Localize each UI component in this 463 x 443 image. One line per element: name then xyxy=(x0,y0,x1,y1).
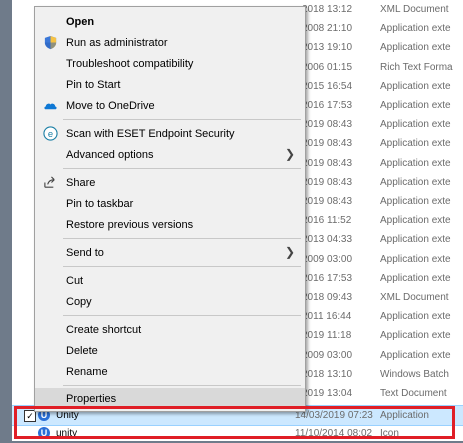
submenu-arrow-icon: ❯ xyxy=(284,147,295,161)
menu-send-to[interactable]: Send to ❯ xyxy=(35,242,305,263)
file-date: 2009 03:00 xyxy=(302,254,353,265)
menu-rename[interactable]: Rename xyxy=(35,361,305,382)
file-type: Application exte xyxy=(380,158,451,169)
file-type: Application exte xyxy=(380,234,451,245)
file-type: XML Document xyxy=(380,4,449,15)
file-type: Application exte xyxy=(380,350,451,361)
file-type: Application exte xyxy=(380,100,451,111)
file-type: Rich Text Forma xyxy=(380,62,453,73)
file-date: 2015 16:54 xyxy=(302,81,353,92)
menu-separator xyxy=(63,238,301,239)
context-menu: Open Run as administrator Troubleshoot c… xyxy=(34,6,306,412)
svg-text:e: e xyxy=(48,129,53,139)
file-date: 2019 08:43 xyxy=(302,196,353,207)
file-date: 2019 11:18 xyxy=(302,330,352,341)
file-type: Application exte xyxy=(380,138,451,149)
file-type: Application exte xyxy=(380,196,451,207)
menu-scan-eset[interactable]: e Scan with ESET Endpoint Security xyxy=(35,123,305,144)
uac-shield-icon xyxy=(44,35,57,50)
menu-separator xyxy=(63,119,301,120)
menu-cut[interactable]: Cut xyxy=(35,270,305,291)
file-type: Application exte xyxy=(380,23,451,34)
file-type: Application exte xyxy=(380,119,451,130)
file-type: Application exte xyxy=(380,254,451,265)
menu-pin-to-taskbar[interactable]: Pin to taskbar xyxy=(35,193,305,214)
menu-troubleshoot[interactable]: Troubleshoot compatibility xyxy=(35,53,305,74)
menu-open[interactable]: Open xyxy=(35,11,305,32)
file-date: 2019 08:43 xyxy=(302,119,353,130)
file-date: 2019 08:43 xyxy=(302,158,353,169)
file-date: 2008 21:10 xyxy=(302,23,353,34)
file-date: 2013 19:10 xyxy=(302,42,353,53)
file-type: Application exte xyxy=(380,215,451,226)
file-date: 2016 17:53 xyxy=(302,100,353,111)
file-date: 2018 09:43 xyxy=(302,292,353,303)
file-type: Application exte xyxy=(380,81,451,92)
file-date: 2018 13:12 xyxy=(302,4,353,15)
menu-separator xyxy=(63,266,301,267)
file-date: 2016 11:52 xyxy=(302,215,352,226)
file-type: Windows Batch xyxy=(380,369,449,380)
menu-share[interactable]: Share xyxy=(35,172,305,193)
menu-restore-versions[interactable]: Restore previous versions xyxy=(35,214,305,235)
file-date: 2006 01:15 xyxy=(302,62,353,73)
file-date: 2019 08:43 xyxy=(302,177,353,188)
menu-move-to-onedrive[interactable]: Move to OneDrive xyxy=(35,95,305,116)
file-type: Application exte xyxy=(380,177,451,188)
onedrive-cloud-icon xyxy=(44,103,57,110)
menu-create-shortcut[interactable]: Create shortcut xyxy=(35,319,305,340)
menu-run-as-admin[interactable]: Run as administrator xyxy=(35,32,305,53)
file-type: Application exte xyxy=(380,273,451,284)
menu-pin-to-start[interactable]: Pin to Start xyxy=(35,74,305,95)
menu-advanced-options[interactable]: Advanced options ❯ xyxy=(35,144,305,165)
eset-icon: e xyxy=(43,126,58,141)
file-date: 2018 13:10 xyxy=(302,369,353,380)
menu-separator xyxy=(63,385,301,386)
file-date: 2011 16:44 xyxy=(302,311,352,322)
file-type: Application exte xyxy=(380,42,451,53)
file-type: Application exte xyxy=(380,311,451,322)
file-date: 2013 04:33 xyxy=(302,234,353,245)
annotation-highlight-box xyxy=(14,406,455,439)
menu-separator xyxy=(63,168,301,169)
menu-separator xyxy=(63,315,301,316)
menu-delete[interactable]: Delete xyxy=(35,340,305,361)
file-date: 2016 17:53 xyxy=(302,273,353,284)
share-icon xyxy=(44,176,55,188)
file-date: 2009 03:00 xyxy=(302,350,353,361)
file-date: 2019 08:43 xyxy=(302,138,353,149)
menu-copy[interactable]: Copy xyxy=(35,291,305,312)
file-type: XML Document xyxy=(380,292,449,303)
file-type: Application exte xyxy=(380,330,451,341)
file-date: 2019 13:04 xyxy=(302,388,353,399)
file-type: Text Document xyxy=(380,388,447,399)
submenu-arrow-icon: ❯ xyxy=(284,245,295,259)
